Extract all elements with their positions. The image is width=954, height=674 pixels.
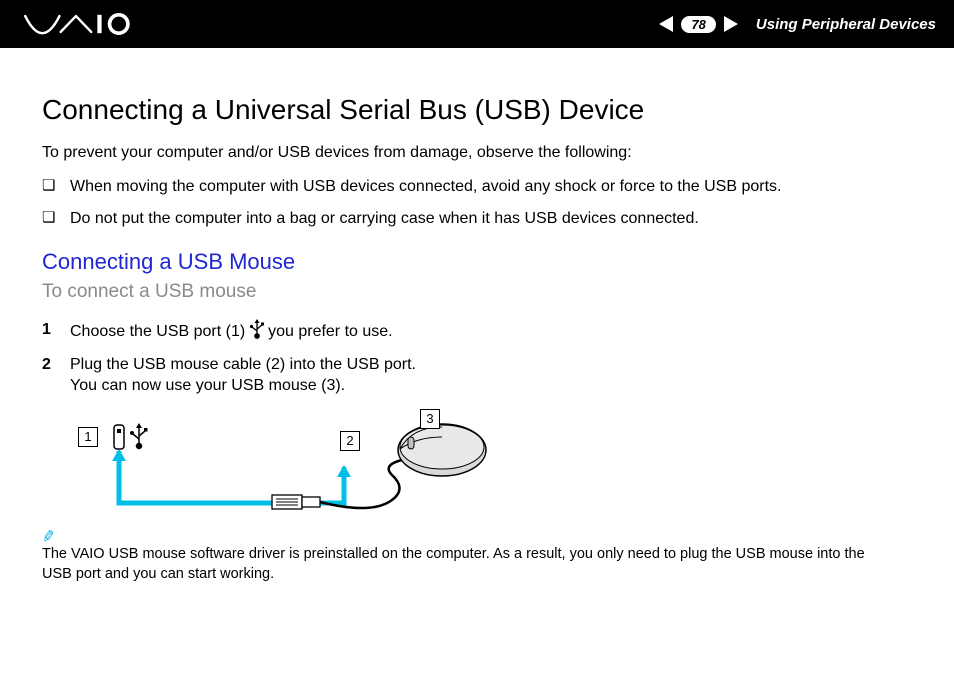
subheading: Connecting a USB Mouse	[42, 249, 896, 275]
page-header: 78 Using Peripheral Devices	[0, 0, 954, 48]
usb-mouse-diagram: 1 2 3	[72, 415, 492, 525]
pen-icon: ✎	[40, 526, 57, 550]
section-name: Using Peripheral Devices	[756, 16, 936, 33]
page-content: Connecting a Universal Serial Bus (USB) …	[0, 48, 954, 584]
intro-text: To prevent your computer and/or USB devi…	[42, 144, 896, 162]
note-block: ✎ The VAIO USB mouse software driver is …	[42, 543, 896, 584]
callout-1: 1	[78, 427, 98, 447]
list-item: When moving the computer with USB device…	[42, 176, 896, 198]
page-title: Connecting a Universal Serial Bus (USB) …	[42, 94, 896, 126]
task-heading: To connect a USB mouse	[42, 281, 896, 303]
steps-list: Choose the USB port (1) you prefer to us…	[42, 319, 896, 397]
step-text: you prefer to use.	[268, 323, 393, 340]
mouse-icon	[398, 424, 486, 476]
note-text: The VAIO USB mouse software driver is pr…	[42, 546, 865, 582]
step-text: Choose the USB port (1)	[70, 323, 250, 340]
callout-3: 3	[420, 409, 440, 429]
callout-2: 2	[340, 431, 360, 451]
prev-page-arrow[interactable]	[659, 16, 673, 32]
cable-path	[112, 449, 351, 503]
vaio-logo	[24, 13, 134, 35]
step-item: Plug the USB mouse cable (2) into the US…	[42, 354, 896, 397]
step-text: You can now use your USB mouse (3).	[70, 377, 345, 394]
next-page-arrow[interactable]	[724, 16, 738, 32]
usb-port-icon	[114, 425, 124, 449]
usb-plug-icon	[272, 495, 320, 509]
usb-icon	[250, 319, 264, 346]
page-number-pill: 78	[681, 16, 715, 33]
list-item: Do not put the computer into a bag or ca…	[42, 208, 896, 230]
step-text: Plug the USB mouse cable (2) into the US…	[70, 356, 416, 373]
step-item: Choose the USB port (1) you prefer to us…	[42, 319, 896, 346]
warning-list: When moving the computer with USB device…	[42, 176, 896, 229]
header-nav: 78 Using Peripheral Devices	[659, 16, 936, 33]
